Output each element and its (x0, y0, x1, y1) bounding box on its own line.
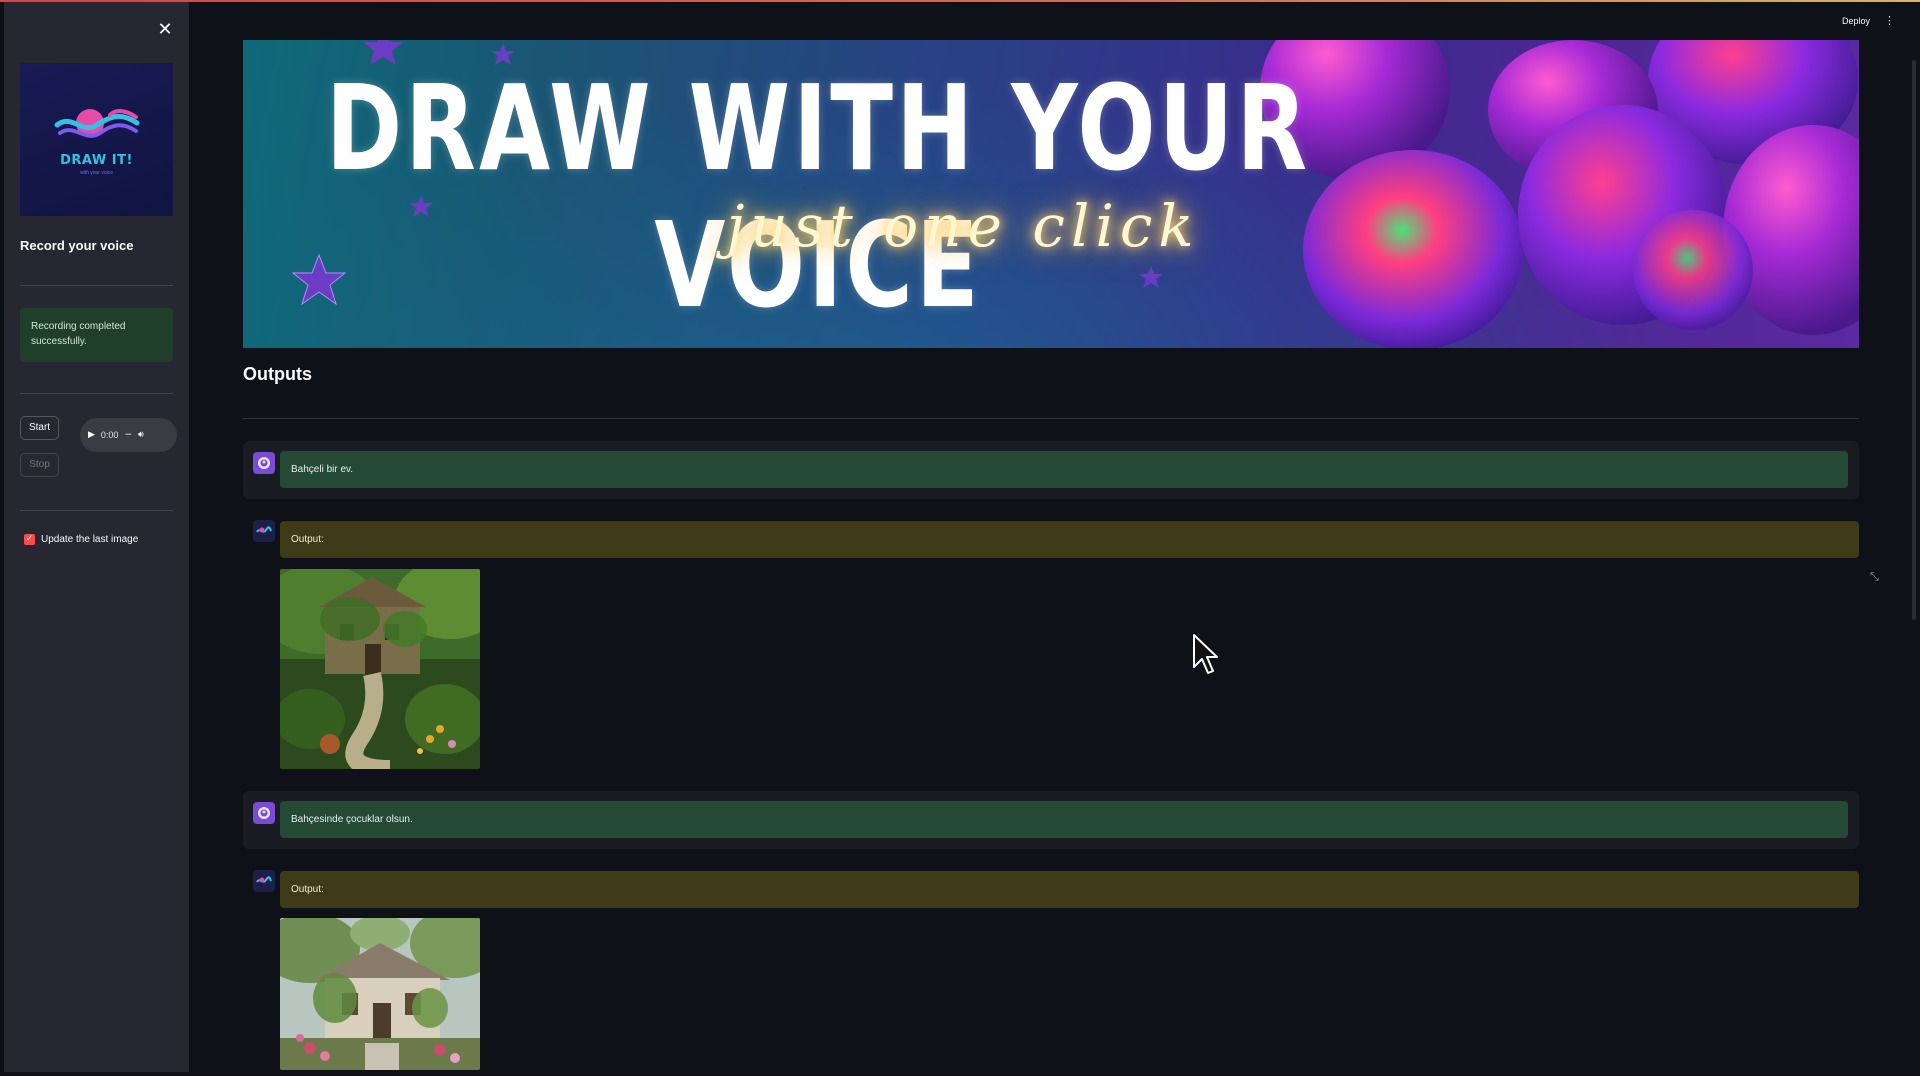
fullscreen-expand-icon[interactable]: ⤡ (1870, 570, 1886, 586)
logo-subtext: with your voice (79, 170, 114, 176)
user-avatar-icon (253, 802, 275, 824)
stop-button[interactable]: Stop (20, 453, 59, 477)
assistant-avatar-icon (253, 520, 275, 542)
checkbox-label: Update the last image (41, 534, 139, 545)
scrollbar[interactable] (1912, 60, 1916, 620)
message-text: Bahçeli bir ev. (280, 451, 1848, 488)
deploy-button[interactable]: Deploy (1842, 16, 1870, 26)
message-text: Output: (280, 871, 1859, 908)
play-icon[interactable]: ▶ (88, 430, 95, 440)
sidebar-divider (20, 285, 173, 286)
sidebar-divider (20, 510, 173, 511)
volume-icon[interactable]: 🔊︎ (138, 430, 144, 440)
sidebar: ✕ DRAW IT! with your voice Record your v… (4, 2, 189, 1072)
chat-message-assistant: Output: (243, 512, 1859, 782)
chat-message-user: Bahçesinde çocuklar olsun. (243, 791, 1859, 849)
main-divider (243, 418, 1859, 419)
logo-text: DRAW IT! (60, 153, 133, 168)
assistant-avatar-icon (253, 870, 275, 892)
update-last-image-checkbox[interactable]: ✓ Update the last image (24, 534, 138, 545)
kebab-menu-icon[interactable]: ⋮ (1884, 14, 1895, 27)
garden-house-image[interactable] (280, 569, 480, 769)
top-decoration-line (0, 0, 1920, 2)
message-text: Output: (280, 521, 1859, 558)
success-alert: Recording completed successfully. (20, 308, 173, 362)
message-text: Bahçesinde çocuklar olsun. (280, 801, 1848, 838)
app-window: ✕ DRAW IT! with your voice Record your v… (0, 0, 1920, 1076)
audio-player: ▶ 0:00 − 🔊︎ (80, 418, 177, 452)
checkbox-checked-icon[interactable]: ✓ (24, 534, 35, 545)
chat-message-assistant: Output: (243, 862, 1859, 1076)
banner-subtitle: just one click (726, 192, 1200, 260)
user-avatar-icon (253, 452, 275, 474)
mouse-cursor-icon (1193, 634, 1218, 674)
sidebar-divider (20, 393, 173, 394)
start-button[interactable]: Start (20, 416, 59, 440)
chat-message-user: Bahçeli bir ev. (243, 441, 1859, 499)
logo-wave-icon (54, 109, 139, 138)
logo: DRAW IT! with your voice (20, 63, 173, 216)
sidebar-title: Record your voice (20, 238, 134, 253)
cottage-image[interactable] (280, 918, 480, 1070)
page-title: Outputs (243, 364, 312, 384)
audio-time: 0:00 (100, 430, 119, 440)
close-icon[interactable]: ✕ (152, 17, 178, 43)
banner-image: DRAW WITH YOUR VOICE just one click (243, 40, 1859, 348)
audio-progress-minus[interactable]: − (124, 430, 132, 440)
